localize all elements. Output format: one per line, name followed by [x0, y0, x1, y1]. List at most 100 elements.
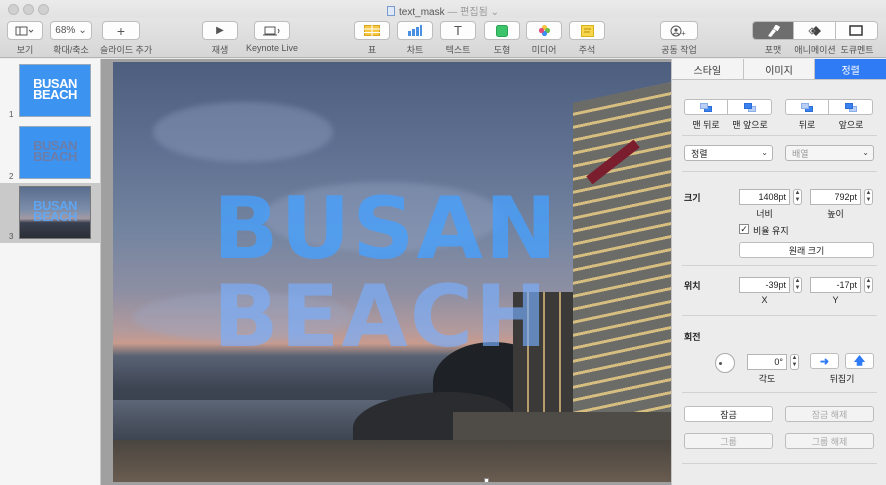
window-title: text_mask — 편집됨 ⌄: [0, 3, 886, 18]
x-stepper[interactable]: ▲ ▼: [793, 277, 802, 293]
rotate-knob-indicator: [719, 362, 722, 365]
width-label: 너비: [756, 209, 773, 219]
constrain-proportions-label: 비율 유지: [753, 226, 789, 236]
view-label: 보기: [16, 45, 34, 55]
y-label: Y: [832, 295, 839, 305]
shape-label: 도형: [493, 45, 511, 55]
send-backward-button[interactable]: [786, 100, 829, 114]
walkway: [453, 412, 671, 442]
collaborate-button[interactable]: +: [660, 21, 698, 40]
animate-diamond-icon: [807, 25, 821, 36]
inspector-tabs: 스타일 이미지 정렬: [672, 59, 886, 80]
zoom-value: 68%: [55, 25, 76, 36]
slide-thumbnail-3[interactable]: 3 BUSAN BEACH: [0, 183, 100, 243]
paintbrush-icon: [768, 24, 781, 37]
width-stepper[interactable]: ▲ ▼: [793, 189, 802, 205]
tab-arrange[interactable]: 정렬: [815, 59, 886, 79]
add-slide-button[interactable]: +: [102, 21, 140, 40]
chevron-down-icon: ⌄: [862, 148, 869, 157]
slide-thumbnail-1[interactable]: 1 BUSAN BEACH: [0, 61, 100, 121]
constrain-proportions-checkbox[interactable]: ✓: [739, 224, 749, 234]
text[interactable]: T 텍스트: [440, 21, 476, 56]
media-button[interactable]: [526, 21, 562, 40]
document-label: 도큐멘트: [840, 45, 874, 55]
height-field[interactable]: 792pt: [810, 189, 861, 205]
chart[interactable]: 차트: [397, 21, 433, 56]
view-button[interactable]: [7, 21, 43, 40]
original-size-button[interactable]: 원래 크기: [739, 242, 874, 258]
angle-field[interactable]: 0°: [747, 354, 787, 370]
document-name: text_mask: [399, 7, 445, 18]
format-button[interactable]: [753, 22, 795, 39]
tab-image[interactable]: 이미지: [743, 59, 816, 79]
comment-button[interactable]: [569, 21, 605, 40]
table-button[interactable]: [354, 21, 390, 40]
group-button[interactable]: 그룹: [684, 433, 773, 449]
height-stepper[interactable]: ▲ ▼: [864, 189, 873, 205]
text-button[interactable]: T: [440, 21, 476, 40]
angle-stepper[interactable]: ▲ ▼: [790, 354, 799, 370]
format-label: 포맷: [764, 45, 782, 55]
add-slide-label: 슬라이드 추가: [100, 45, 153, 55]
divider: [682, 463, 877, 464]
document-button[interactable]: [835, 22, 877, 39]
align-select[interactable]: 정렬 ⌄: [684, 145, 773, 161]
distribute-select[interactable]: 배열 ⌄: [785, 145, 874, 161]
media[interactable]: 미디어: [526, 21, 562, 56]
keynote-live[interactable]: Keynote Live: [246, 21, 298, 53]
width-field[interactable]: 1408pt: [739, 189, 790, 205]
ungroup-button[interactable]: 그룹 해제: [785, 433, 874, 449]
shape[interactable]: 도형: [484, 21, 520, 56]
shape-button[interactable]: [484, 21, 520, 40]
comment-icon: [580, 24, 594, 37]
slide-thumbnail-2[interactable]: 2 BUSAN BEACH: [0, 123, 100, 183]
play[interactable]: ▶ 재생: [202, 21, 238, 56]
collaborate-icon: +: [670, 25, 686, 37]
collaborate[interactable]: + 공동 작업: [658, 21, 700, 56]
chart-button[interactable]: [397, 21, 433, 40]
bring-forward-button[interactable]: [829, 100, 872, 114]
add-slide[interactable]: + 슬라이드 추가: [100, 21, 153, 56]
masked-title-text[interactable]: BUSAN BEACH: [213, 185, 583, 361]
flip-label: 뒤집기: [829, 374, 855, 384]
title-chevron-icon[interactable]: ⌄: [491, 7, 499, 18]
keynote-live-icon: [263, 26, 280, 35]
bring-to-front-button[interactable]: [728, 100, 771, 114]
y-field[interactable]: -17pt: [810, 277, 861, 293]
view-menu[interactable]: 보기: [7, 21, 43, 56]
back-front-control: [684, 99, 772, 115]
text-icon: T: [454, 23, 462, 38]
flip-vertical-button[interactable]: 🡅: [845, 353, 874, 369]
play-button[interactable]: ▶: [202, 21, 238, 40]
beach: [113, 440, 671, 482]
divider: [682, 171, 877, 172]
animate-button[interactable]: [794, 22, 836, 39]
backward-forward-control: [785, 99, 873, 115]
zoom-label: 확대/축소: [53, 45, 89, 55]
chevron-down-icon: ⌄: [761, 148, 768, 157]
sidebar-icon: [15, 26, 34, 35]
selection-handle[interactable]: [484, 478, 489, 482]
document-panel-icon: [849, 25, 864, 36]
zoom-menu[interactable]: 68% ⌄ 확대/축소: [50, 21, 92, 56]
slide[interactable]: BUSAN BEACH: [113, 62, 671, 482]
flip-horizontal-button[interactable]: ➜: [810, 353, 839, 369]
unlock-button[interactable]: 잠금 해제: [785, 406, 874, 422]
arrow-right-icon: ➜: [819, 355, 830, 368]
send-to-back-icon: [700, 102, 712, 112]
table[interactable]: 표: [354, 21, 390, 56]
zoom-button[interactable]: 68% ⌄: [50, 21, 92, 40]
text-label: 텍스트: [445, 45, 471, 55]
x-label: X: [761, 295, 768, 305]
bring-forward-icon: [844, 102, 857, 112]
y-stepper[interactable]: ▲ ▼: [864, 277, 873, 293]
x-field[interactable]: -39pt: [739, 277, 790, 293]
comment[interactable]: 주석: [569, 21, 605, 56]
divider: [682, 135, 877, 136]
keynote-live-button[interactable]: [254, 21, 290, 40]
document-icon: [387, 6, 396, 16]
send-to-back-button[interactable]: [685, 100, 728, 114]
lock-button[interactable]: 잠금: [684, 406, 773, 422]
tab-style[interactable]: 스타일: [672, 59, 744, 79]
rotate-knob[interactable]: [715, 353, 735, 373]
